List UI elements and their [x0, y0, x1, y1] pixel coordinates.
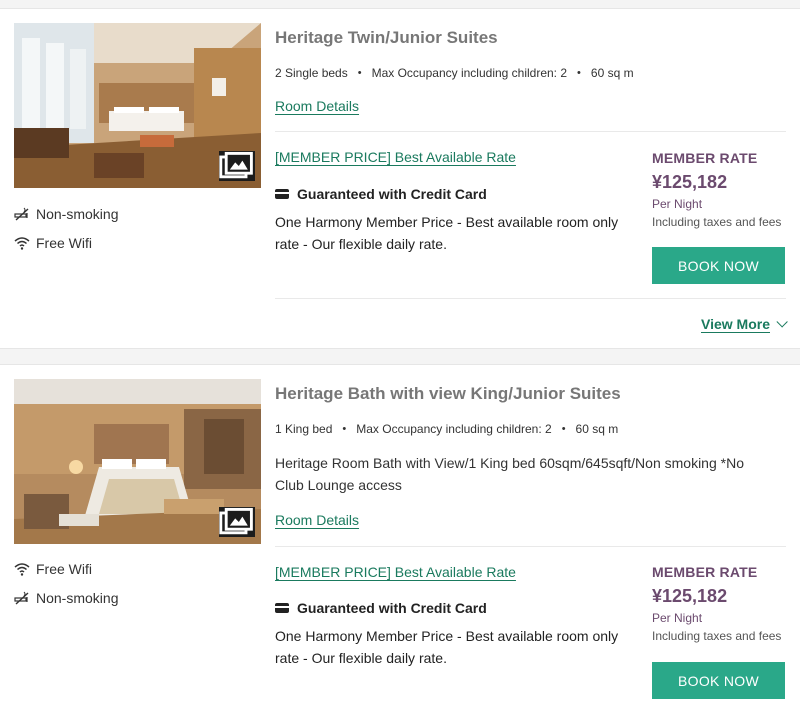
gallery-icon	[219, 507, 253, 535]
view-more-link[interactable]: View More	[701, 316, 788, 332]
price-value: ¥125,182	[652, 172, 728, 192]
spec-separator: •	[561, 423, 566, 435]
wifi-icon	[14, 561, 30, 577]
per-night-label: Per Night	[652, 611, 703, 625]
spec-size: 60 sq m	[590, 66, 634, 80]
spec-separator: •	[342, 423, 347, 435]
room-card-heritage-bath-king: Free Wifi Non-smoking Heritage Bath with…	[0, 364, 800, 712]
room-details-link[interactable]: Room Details	[275, 98, 359, 114]
rate-name-link[interactable]: [MEMBER PRICE] Best Available Rate	[275, 149, 516, 165]
gallery-icon	[219, 151, 253, 179]
taxes-note: Including taxes and fees	[652, 215, 782, 229]
divider	[275, 546, 786, 547]
room-specs: 1 King bed • Max Occupancy including chi…	[275, 422, 618, 436]
spec-beds: 2 Single beds	[275, 66, 348, 80]
gallery-button[interactable]	[219, 507, 255, 537]
chevron-down-icon	[776, 316, 788, 328]
no-smoking-icon	[14, 206, 30, 222]
room-description: Heritage Room Bath with View/1 King bed …	[275, 455, 744, 493]
credit-card-icon	[275, 603, 289, 613]
guarantee-line: Guaranteed with Credit Card	[275, 186, 487, 202]
room-card-heritage-twin: Non-smoking Free Wifi Heritage Twin/Juni…	[0, 8, 800, 349]
amenity-label: Non-smoking	[36, 205, 119, 222]
amenity-label: Free Wifi	[36, 234, 92, 251]
divider	[275, 298, 786, 299]
spec-occupancy: Max Occupancy including children: 2	[356, 422, 552, 436]
amenity-list: Non-smoking Free Wifi	[14, 199, 118, 257]
price-block: MEMBER RATE ¥125,182 Per Night Including…	[652, 150, 792, 229]
taxes-note: Including taxes and fees	[652, 629, 782, 643]
guarantee-line: Guaranteed with Credit Card	[275, 600, 487, 616]
amenity-item: Non-smoking	[14, 199, 118, 228]
amenity-item: Free Wifi	[14, 228, 118, 257]
rate-name-link[interactable]: [MEMBER PRICE] Best Available Rate	[275, 564, 516, 580]
spec-occupancy: Max Occupancy including children: 2	[371, 66, 568, 80]
rate-description: One Harmony Member Price - Best availabl…	[275, 214, 619, 252]
guarantee-label: Guaranteed with Credit Card	[297, 600, 487, 616]
room-photo[interactable]	[14, 379, 261, 544]
view-more-label: View More	[701, 316, 770, 332]
spec-beds: 1 King bed	[275, 422, 333, 436]
room-photo[interactable]	[14, 23, 261, 188]
gallery-button[interactable]	[219, 151, 255, 181]
book-now-button[interactable]: BOOK NOW	[652, 662, 785, 699]
room-title: Heritage Bath with view King/Junior Suit…	[275, 384, 621, 403]
spec-separator: •	[357, 67, 362, 79]
no-smoking-icon	[14, 590, 30, 606]
divider	[275, 131, 786, 132]
book-now-button[interactable]: BOOK NOW	[652, 247, 785, 284]
member-rate-label: MEMBER RATE	[652, 564, 758, 580]
amenity-label: Free Wifi	[36, 560, 92, 577]
amenity-label: Non-smoking	[36, 589, 119, 606]
member-rate-label: MEMBER RATE	[652, 150, 758, 166]
spec-size: 60 sq m	[575, 422, 619, 436]
amenity-item: Non-smoking	[14, 583, 118, 612]
room-specs: 2 Single beds • Max Occupancy including …	[275, 66, 634, 80]
spec-separator: •	[577, 67, 581, 79]
room-details-link[interactable]: Room Details	[275, 512, 359, 528]
credit-card-icon	[275, 189, 289, 199]
rate-description: One Harmony Member Price - Best availabl…	[275, 628, 619, 666]
room-title: Heritage Twin/Junior Suites	[275, 28, 498, 47]
guarantee-label: Guaranteed with Credit Card	[297, 186, 487, 202]
per-night-label: Per Night	[652, 197, 703, 211]
price-value: ¥125,182	[652, 586, 728, 606]
price-block: MEMBER RATE ¥125,182 Per Night Including…	[652, 564, 792, 643]
amenity-item: Free Wifi	[14, 554, 118, 583]
amenity-list: Free Wifi Non-smoking	[14, 554, 118, 612]
wifi-icon	[14, 235, 30, 251]
